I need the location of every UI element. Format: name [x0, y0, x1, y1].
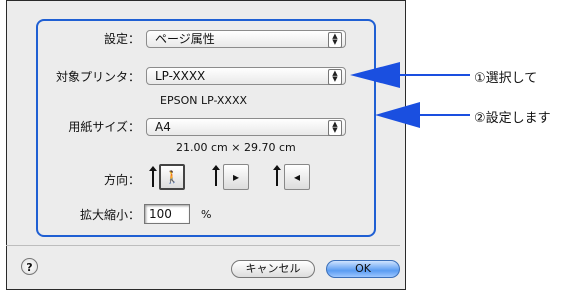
- arrow-step1-icon: [350, 62, 470, 88]
- annotation-step2: ②設定します: [474, 111, 551, 126]
- annotation-arrows: [350, 62, 470, 128]
- annotation-step1: ①選択して: [474, 71, 538, 86]
- arrow-step2-icon: [375, 102, 470, 128]
